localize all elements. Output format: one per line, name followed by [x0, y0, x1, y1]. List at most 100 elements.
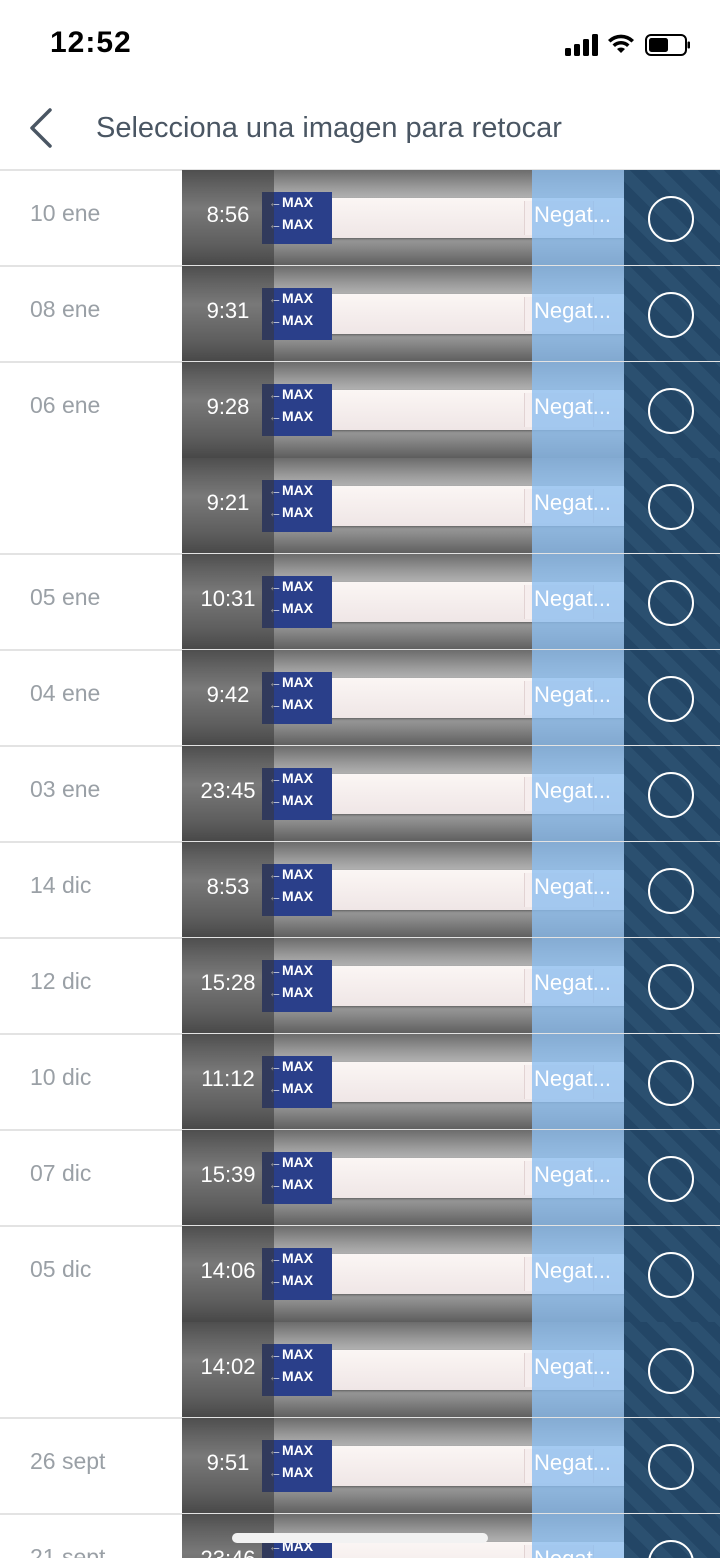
test-photo-thumbnail[interactable]: 8:56 Negat...: [182, 170, 720, 266]
radio-circle-icon[interactable]: [648, 676, 694, 722]
test-photo-thumbnail[interactable]: 15:39 Negat...: [182, 1130, 720, 1226]
test-photo-thumbnail[interactable]: 8:53 Negat...: [182, 842, 720, 938]
result-overlay: Negat...: [532, 458, 624, 554]
result-label: Negat...: [534, 202, 612, 227]
result-label: Negat...: [534, 1258, 612, 1283]
radio-circle-icon[interactable]: [648, 292, 694, 338]
navigation-bar: Selecciona una imagen para retocar: [0, 88, 720, 170]
date-label: 10 dic: [30, 1064, 92, 1090]
test-photo-thumbnail[interactable]: 23:45 Negat...: [182, 746, 720, 842]
test-photo-thumbnail[interactable]: 9:51 Negat...: [182, 1418, 720, 1514]
time-label: 9:21: [206, 490, 250, 515]
date-label: 14 dic: [30, 872, 92, 898]
time-label: 14:02: [200, 1354, 256, 1379]
date-label: 10 ene: [30, 200, 101, 226]
result-overlay: Negat...: [532, 842, 624, 938]
time-overlay: 8:53: [182, 842, 274, 938]
date-label: 04 ene: [30, 680, 101, 706]
time-overlay: 11:12: [182, 1034, 274, 1130]
list-item[interactable]: 9:21 Negat...: [0, 458, 720, 554]
result-label: Negat...: [534, 682, 612, 707]
wifi-icon: [607, 32, 635, 56]
status-time: 12:52: [50, 26, 132, 59]
date-label: 07 dic: [30, 1160, 92, 1186]
result-label: Negat...: [534, 1066, 612, 1091]
radio-circle-icon[interactable]: [648, 1252, 694, 1298]
result-label: Negat...: [534, 394, 612, 419]
list-item[interactable]: 26 sept 9:51 Negat...: [0, 1417, 720, 1514]
time-label: 23:45: [200, 778, 256, 803]
result-overlay: Negat...: [532, 1034, 624, 1130]
time-overlay: 10:31: [182, 554, 274, 650]
result-overlay: Negat...: [532, 170, 624, 266]
time-overlay: 8:56: [182, 170, 274, 266]
list-item[interactable]: 08 ene 9:31 Negat...: [0, 265, 720, 362]
time-label: 9:42: [206, 682, 250, 707]
radio-circle-icon[interactable]: [648, 1444, 694, 1490]
time-overlay: 15:39: [182, 1130, 274, 1226]
time-label: 15:39: [200, 1162, 256, 1187]
time-label: 23:46: [182, 1546, 274, 1558]
radio-circle-icon[interactable]: [648, 196, 694, 242]
time-label: 9:51: [206, 1450, 250, 1475]
test-photo-thumbnail[interactable]: 14:06 Negat...: [182, 1226, 720, 1322]
list-item[interactable]: 05 dic 14:06 Negat...: [0, 1225, 720, 1322]
test-photo-thumbnail[interactable]: 9:42 Negat...: [182, 650, 720, 746]
time-overlay: 9:31: [182, 266, 274, 362]
battery-icon: [645, 34, 691, 56]
result-overlay: Negat...: [532, 746, 624, 842]
result-label: Negat...: [534, 1450, 612, 1475]
result-overlay: Negat...: [532, 1322, 624, 1418]
list-item[interactable]: 07 dic 15:39 Negat...: [0, 1129, 720, 1226]
result-label: Negat...: [534, 778, 612, 803]
list-item[interactable]: 14 dic 8:53 Negat...: [0, 841, 720, 938]
list-item[interactable]: 10 ene 8:56 Negat...: [0, 169, 720, 266]
list-item[interactable]: 03 ene 23:45 Negat...: [0, 745, 720, 842]
list-item[interactable]: 06 ene 9:28 Negat...: [0, 361, 720, 458]
time-label: 11:12: [201, 1066, 255, 1091]
radio-circle-icon[interactable]: [648, 1156, 694, 1202]
test-photo-thumbnail[interactable]: 9:31 Negat...: [182, 266, 720, 362]
result-label: Negat...: [534, 1162, 612, 1187]
radio-circle-icon[interactable]: [648, 388, 694, 434]
test-photo-thumbnail[interactable]: 14:02 Negat...: [182, 1322, 720, 1418]
test-photo-thumbnail[interactable]: 15:28 Negat...: [182, 938, 720, 1034]
result-overlay: Negat...: [532, 1226, 624, 1322]
result-label: Negat...: [534, 490, 612, 515]
radio-circle-icon[interactable]: [648, 868, 694, 914]
date-label: 05 dic: [30, 1256, 92, 1282]
cellular-signal-icon: [565, 34, 599, 56]
list-item[interactable]: 04 ene 9:42 Negat...: [0, 649, 720, 746]
test-photo-thumbnail[interactable]: 9:21 Negat...: [182, 458, 720, 554]
radio-circle-icon[interactable]: [648, 484, 694, 530]
radio-circle-icon[interactable]: [648, 1060, 694, 1106]
test-photo-thumbnail[interactable]: 10:31 Negat...: [182, 554, 720, 650]
list-item[interactable]: 14:02 Negat...: [0, 1322, 720, 1418]
list-item[interactable]: 05 ene 10:31 Negat...: [0, 553, 720, 650]
result-label: Negat...: [534, 874, 612, 899]
time-label: 9:31: [206, 298, 250, 323]
time-overlay: 14:02: [182, 1322, 274, 1418]
list-item[interactable]: 12 dic 15:28 Negat...: [0, 937, 720, 1034]
radio-circle-icon[interactable]: [648, 772, 694, 818]
back-button[interactable]: [22, 106, 62, 150]
radio-circle-icon[interactable]: [648, 964, 694, 1010]
chevron-left-icon: [30, 108, 52, 148]
page-title: Selecciona una imagen para retocar: [96, 112, 562, 144]
result-label: Negat...: [534, 586, 612, 611]
time-overlay: 9:21: [182, 458, 274, 554]
test-photo-thumbnail[interactable]: 11:12 Negat...: [182, 1034, 720, 1130]
date-label: 06 ene: [30, 392, 101, 418]
date-label: 12 dic: [30, 968, 92, 994]
date-label: 05 ene: [30, 584, 101, 610]
list-item[interactable]: 10 dic 11:12 Negat...: [0, 1033, 720, 1130]
radio-circle-icon[interactable]: [648, 1348, 694, 1394]
result-label: Negat...: [534, 970, 612, 995]
result-overlay: Negat...: [532, 650, 624, 746]
radio-circle-icon[interactable]: [648, 580, 694, 626]
test-photo-thumbnail[interactable]: 9:28 Negat...: [182, 362, 720, 458]
date-label: 21 sept: [30, 1544, 106, 1558]
home-indicator: [232, 1533, 488, 1543]
time-overlay: 9:28: [182, 362, 274, 458]
time-overlay: 15:28: [182, 938, 274, 1034]
